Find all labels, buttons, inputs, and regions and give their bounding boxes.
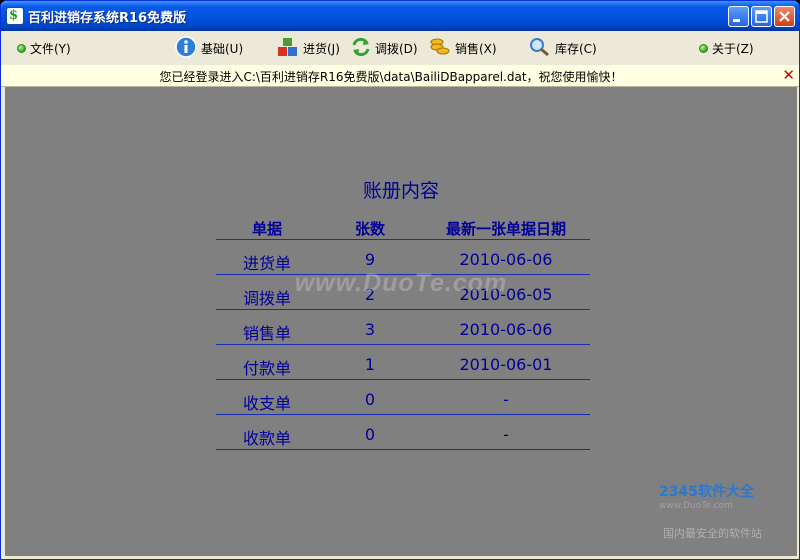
table-row[interactable]: 付款单 1 2010-06-01: [216, 345, 590, 380]
app-window: $ 百利进销存系统R16免费版 文件(Y) 基础(U) 进货(J) 调拨(D) …: [0, 0, 800, 560]
menu-purchase-label: 进货(J): [303, 41, 340, 56]
document-date: 2010-06-01: [459, 355, 553, 374]
menu-transfer-label: 调拨(D): [375, 41, 418, 56]
maximize-icon: [755, 10, 768, 23]
app-logo-icon: $: [7, 8, 23, 24]
document-date: 2010-06-06: [459, 250, 553, 269]
menu-file-label: 文件(Y): [30, 41, 71, 56]
menu-inventory[interactable]: 库存(C): [529, 31, 597, 65]
menu-bar: 文件(Y) 基础(U) 进货(J) 调拨(D) 销售(X) 库存(C) 关于(Z…: [1, 31, 799, 66]
close-icon: [779, 11, 790, 22]
minimize-button[interactable]: [728, 6, 749, 27]
status-bar: [1, 556, 799, 559]
document-date: -: [503, 390, 509, 409]
close-button[interactable]: [774, 6, 795, 27]
menu-sales-label: 销售(X): [455, 41, 497, 56]
magnifier-icon: [529, 37, 551, 60]
menu-about[interactable]: 关于(Z): [699, 31, 754, 65]
table-header: 单据 张数 最新一张单据日期: [216, 217, 590, 240]
maximize-button[interactable]: [751, 6, 772, 27]
login-message: 您已经登录进入C:\百利进销存R16免费版\data\BailiDBappare…: [159, 70, 623, 84]
refresh-icon: [351, 37, 371, 60]
menu-about-label: 关于(Z): [712, 41, 754, 56]
document-date: 2010-06-06: [459, 320, 553, 339]
document-name: 收款单: [242, 429, 291, 448]
menu-file[interactable]: 文件(Y): [17, 31, 71, 65]
site-slogan: 国内最安全的软件站: [663, 527, 762, 540]
header-document: 单据: [251, 220, 282, 238]
info-icon: [175, 35, 197, 61]
window-title: 百利进销存系统R16免费版: [28, 11, 187, 26]
menu-sales[interactable]: 销售(X): [429, 31, 497, 65]
document-name: 付款单: [242, 359, 291, 378]
menu-inventory-label: 库存(C): [555, 41, 597, 56]
boxes-icon: [277, 37, 299, 60]
header-count: 张数: [354, 220, 385, 238]
header-latest-date: 最新一张单据日期: [445, 220, 566, 238]
site-url: www.DuoTe.com: [659, 501, 733, 511]
menu-transfer[interactable]: 调拨(D): [351, 31, 418, 65]
green-dot-icon: [17, 43, 26, 53]
table-row[interactable]: 收支单 0 -: [216, 380, 590, 415]
menu-basic-label: 基础(U): [201, 41, 244, 56]
green-dot-icon: [699, 43, 708, 53]
document-count: 0: [364, 390, 376, 409]
document-count: 9: [364, 250, 376, 269]
ledger-table: 单据 张数 最新一张单据日期 进货单 9 2010-06-06 调拨单 2 20…: [216, 217, 590, 450]
coins-icon: [429, 37, 451, 60]
menu-purchase[interactable]: 进货(J): [277, 31, 340, 65]
menu-basic[interactable]: 基础(U): [175, 31, 243, 65]
site-name: 2345软件大全: [659, 484, 754, 500]
document-date: -: [503, 425, 509, 444]
site-logo: 2345软件大全 www.DuoTe.com: [659, 481, 754, 511]
document-name: 销售单: [242, 324, 291, 343]
table-row[interactable]: 销售单 3 2010-06-06: [216, 310, 590, 345]
table-row[interactable]: 收款单 0 -: [216, 415, 590, 450]
document-count: 3: [364, 320, 376, 339]
infobar-close-icon[interactable]: ✕: [782, 66, 795, 84]
title-bar[interactable]: $ 百利进销存系统R16免费版: [1, 1, 799, 31]
minimize-icon: [733, 19, 740, 22]
info-bar: 您已经登录进入C:\百利进销存R16免费版\data\BailiDBappare…: [1, 65, 799, 87]
document-count: 1: [364, 355, 376, 374]
ledger-title: 账册内容: [362, 180, 439, 202]
document-name: 收支单: [242, 394, 291, 413]
watermark-text: www.DuoTe.com: [294, 269, 508, 297]
document-count: 0: [364, 425, 376, 444]
